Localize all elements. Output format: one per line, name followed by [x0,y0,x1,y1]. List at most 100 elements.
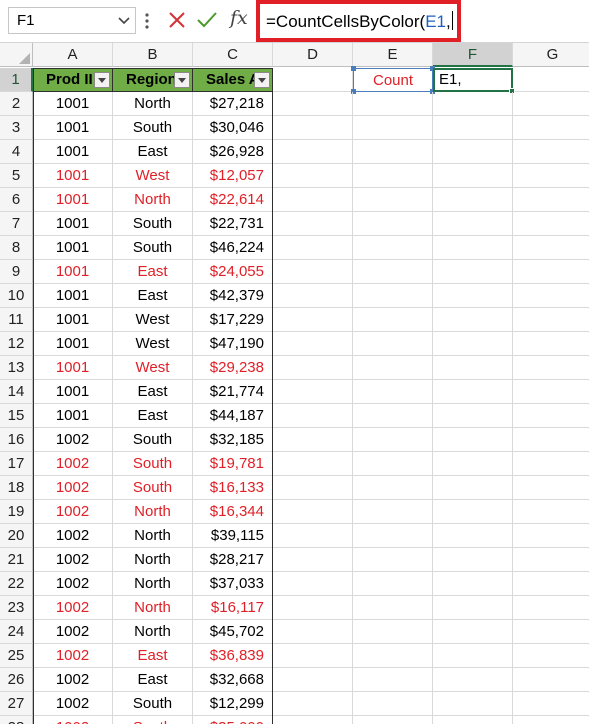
empty-cell[interactable] [513,644,589,668]
empty-cell[interactable] [353,92,433,116]
empty-cell[interactable] [353,572,433,596]
sales-amount-cell[interactable]: $32,185 [193,428,273,452]
region-cell[interactable]: East [113,644,193,668]
filter-dropdown-icon[interactable] [174,72,190,88]
sales-amount-cell[interactable]: $30,046 [193,116,273,140]
row-header-16[interactable]: 16 [0,428,33,452]
prod-id-cell[interactable]: 1002 [33,596,113,620]
empty-cell[interactable] [353,332,433,356]
sales-amount-cell[interactable]: $36,839 [193,644,273,668]
prod-id-cell[interactable]: 1002 [33,692,113,716]
empty-cell[interactable] [433,452,513,476]
region-cell[interactable]: East [113,140,193,164]
empty-cell[interactable] [433,524,513,548]
row-header-14[interactable]: 14 [0,380,33,404]
sales-amount-cell[interactable]: $12,299 [193,692,273,716]
prod-id-cell[interactable]: 1002 [33,716,113,724]
empty-cell[interactable] [353,380,433,404]
empty-cell[interactable] [353,668,433,692]
region-cell[interactable]: South [113,212,193,236]
prod-id-cell[interactable]: 1002 [33,644,113,668]
empty-cell[interactable] [513,596,589,620]
sales-amount-cell[interactable]: $19,781 [193,452,273,476]
empty-cell[interactable] [353,476,433,500]
empty-cell[interactable] [513,476,589,500]
sales-amount-cell[interactable]: $29,238 [193,356,273,380]
empty-cell[interactable] [513,236,589,260]
empty-cell[interactable] [513,524,589,548]
row-header-5[interactable]: 5 [0,164,33,188]
table-header-cell[interactable]: Sales Ar [193,68,273,92]
empty-cell[interactable] [513,212,589,236]
empty-cell[interactable] [513,500,589,524]
row-header-28[interactable]: 28 [0,716,33,724]
empty-cell[interactable] [273,284,353,308]
sales-amount-cell[interactable]: $32,668 [193,668,273,692]
empty-cell[interactable] [513,716,589,724]
empty-cell[interactable] [433,188,513,212]
empty-cell[interactable] [353,644,433,668]
prod-id-cell[interactable]: 1002 [33,572,113,596]
empty-cell[interactable] [433,236,513,260]
empty-cell[interactable] [273,308,353,332]
region-cell[interactable]: South [113,716,193,724]
region-cell[interactable]: East [113,260,193,284]
empty-cell[interactable] [513,140,589,164]
empty-cell[interactable] [513,188,589,212]
region-cell[interactable]: North [113,92,193,116]
sales-amount-cell[interactable]: $16,117 [193,596,273,620]
prod-id-cell[interactable]: 1001 [33,260,113,284]
empty-cell[interactable] [433,500,513,524]
empty-cell[interactable] [513,428,589,452]
prod-id-cell[interactable]: 1001 [33,308,113,332]
empty-cell[interactable] [353,548,433,572]
sales-amount-cell[interactable]: $22,731 [193,212,273,236]
empty-cell[interactable] [353,164,433,188]
row-header-1[interactable]: 1 [0,68,33,92]
region-cell[interactable]: South [113,692,193,716]
empty-cell[interactable] [513,692,589,716]
column-header-b[interactable]: B [113,43,193,67]
empty-cell[interactable] [513,452,589,476]
prod-id-cell[interactable]: 1001 [33,404,113,428]
sales-amount-cell[interactable]: $44,187 [193,404,273,428]
empty-cell[interactable] [273,500,353,524]
empty-cell[interactable] [353,188,433,212]
row-header-22[interactable]: 22 [0,572,33,596]
empty-cell[interactable] [433,596,513,620]
empty-cell[interactable] [433,668,513,692]
empty-cell[interactable] [513,572,589,596]
empty-cell[interactable] [433,260,513,284]
row-header-19[interactable]: 19 [0,500,33,524]
sales-amount-cell[interactable]: $42,379 [193,284,273,308]
empty-cell[interactable] [513,620,589,644]
name-box[interactable]: F1 [8,7,136,34]
empty-cell[interactable] [513,116,589,140]
formula-input[interactable]: =CountCellsByColor(E1, [256,0,461,42]
sales-amount-cell[interactable]: $22,614 [193,188,273,212]
prod-id-cell[interactable]: 1001 [33,236,113,260]
table-header-cell[interactable]: Prod II [33,68,113,92]
prod-id-cell[interactable]: 1002 [33,476,113,500]
empty-cell[interactable] [273,620,353,644]
column-header-c[interactable]: C [193,43,273,67]
row-header-25[interactable]: 25 [0,644,33,668]
row-header-23[interactable]: 23 [0,596,33,620]
row-header-27[interactable]: 27 [0,692,33,716]
row-header-12[interactable]: 12 [0,332,33,356]
more-options-icon[interactable] [144,11,150,31]
region-cell[interactable]: North [113,620,193,644]
filter-dropdown-icon[interactable] [254,72,270,88]
region-cell[interactable]: North [113,572,193,596]
region-cell[interactable]: North [113,188,193,212]
empty-cell[interactable] [273,116,353,140]
region-cell[interactable]: East [113,668,193,692]
prod-id-cell[interactable]: 1002 [33,452,113,476]
empty-cell[interactable] [273,476,353,500]
empty-cell[interactable] [353,524,433,548]
chevron-down-icon[interactable] [116,14,132,28]
column-header-e[interactable]: E [353,43,433,67]
region-cell[interactable]: West [113,332,193,356]
column-header-d[interactable]: D [273,43,353,67]
prod-id-cell[interactable]: 1002 [33,500,113,524]
